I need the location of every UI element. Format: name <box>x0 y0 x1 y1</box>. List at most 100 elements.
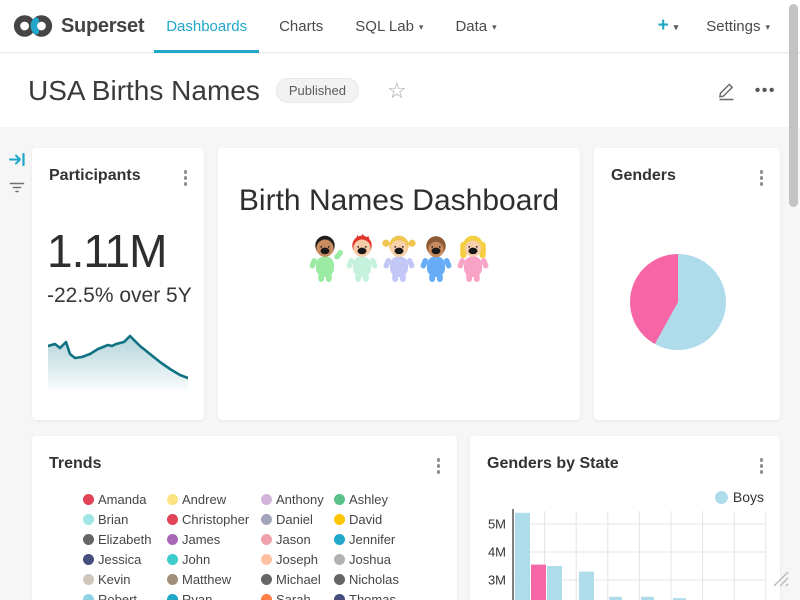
legend-label: Daniel <box>276 512 313 527</box>
header-actions: ••• <box>716 80 776 101</box>
legend-label: Amanda <box>98 492 146 507</box>
legend-item[interactable]: Michael <box>261 572 334 587</box>
legend-label: Elizabeth <box>98 532 151 547</box>
nav-item-charts[interactable]: Charts <box>263 0 339 52</box>
dashboard-header: USA Births Names Published ☆ ••• <box>0 54 800 127</box>
more-menu-icon[interactable]: ••• <box>755 82 776 100</box>
legend-item[interactable]: David <box>334 512 414 527</box>
legend-item[interactable]: Kevin <box>83 572 167 587</box>
filter-icon[interactable] <box>8 180 26 196</box>
legend-label: Robert <box>98 592 137 600</box>
legend-item[interactable]: John <box>167 552 261 567</box>
plus-icon: + <box>658 15 669 37</box>
kebab-menu-icon[interactable] <box>756 455 768 477</box>
legend-color-dot <box>261 514 272 525</box>
legend-label: Nicholas <box>349 572 399 587</box>
card-title: Genders by State <box>487 455 619 473</box>
nav-item-data[interactable]: Data ▾ <box>439 0 512 52</box>
legend-label: Kevin <box>98 572 131 587</box>
legend-item[interactable]: Joshua <box>334 552 414 567</box>
legend-color-dot <box>334 594 345 600</box>
brand[interactable]: Superset <box>12 12 144 40</box>
chevron-down-icon: ▾ <box>419 22 424 33</box>
card-resize-handle-icon[interactable] <box>764 562 790 588</box>
legend-color-dot <box>83 594 94 600</box>
edit-pencil-icon[interactable] <box>716 80 737 101</box>
legend-label: Sarah <box>276 592 311 600</box>
favorite-star-icon[interactable]: ☆ <box>387 80 407 102</box>
legend-color-dot <box>83 574 94 585</box>
legend-item[interactable]: Sarah <box>261 592 334 600</box>
legend-label: Jessica <box>98 552 141 567</box>
legend-color-dot <box>334 574 345 585</box>
nav-menu: Dashboards Charts SQL Lab ▾ Data ▾ <box>150 0 512 52</box>
card-title: Participants <box>49 167 141 185</box>
new-item-button[interactable]: + ▾ <box>658 15 679 37</box>
legend-item[interactable]: Elizabeth <box>83 532 167 547</box>
nav-item-dashboards[interactable]: Dashboards <box>150 0 263 52</box>
legend-item[interactable]: James <box>167 532 261 547</box>
legend-item[interactable]: Thomas <box>334 592 414 600</box>
legend-label: Joshua <box>349 552 391 567</box>
legend-item[interactable]: Jason <box>261 532 334 547</box>
legend-label: Andrew <box>182 492 226 507</box>
legend-label: Thomas <box>349 592 396 600</box>
legend-color-dot <box>167 534 178 545</box>
legend-item[interactable]: Joseph <box>261 552 334 567</box>
legend-item[interactable]: Robert <box>83 592 167 600</box>
legend-item[interactable]: Jessica <box>83 552 167 567</box>
trends-card: Trends Amanda Andrew AnthonyAshley BrianChr… <box>32 436 457 600</box>
big-number-trend: -22.5% over 5Y <box>47 284 192 308</box>
kebab-menu-icon[interactable] <box>180 167 192 189</box>
settings-menu[interactable]: Settings ▾ <box>706 18 770 35</box>
participants-sparkline-chart <box>48 332 188 390</box>
legend-label: Joseph <box>276 552 318 567</box>
svg-text:3M: 3M <box>488 573 506 588</box>
legend-item[interactable]: Jennifer <box>334 532 414 547</box>
legend-color-dot <box>167 514 178 525</box>
legend-label: Jason <box>276 532 311 547</box>
legend-color-dot <box>83 534 94 545</box>
legend-color-dot <box>334 494 345 505</box>
nav-item-sql-lab[interactable]: SQL Lab ▾ <box>339 0 439 52</box>
legend-item[interactable]: Christopher <box>167 512 261 527</box>
chevron-down-icon: ▾ <box>492 22 497 33</box>
card-title: Trends <box>49 455 101 473</box>
navbar: Superset Dashboards Charts SQL Lab ▾ Dat… <box>0 0 800 53</box>
legend-item[interactable]: Nicholas <box>334 572 414 587</box>
babies-illustration <box>218 233 580 285</box>
legend-item[interactable]: Andrew <box>167 492 261 507</box>
expand-filter-bar-icon[interactable] <box>8 150 27 169</box>
svg-text:4M: 4M <box>488 545 506 560</box>
legend-color-dot <box>261 534 272 545</box>
genders-by-state-bar-chart: 5M4M3M <box>470 506 780 600</box>
legend-item[interactable]: Ryan <box>167 592 261 600</box>
legend-color-dot <box>261 574 272 585</box>
legend-item[interactable]: Daniel <box>261 512 334 527</box>
big-number-value: 1.11M <box>47 226 166 277</box>
legend-label: Matthew <box>182 572 231 587</box>
kebab-menu-icon[interactable] <box>756 167 768 189</box>
superset-app: Superset Dashboards Charts SQL Lab ▾ Dat… <box>0 0 800 600</box>
legend-item[interactable]: Brian <box>83 512 167 527</box>
legend-color-dot <box>261 494 272 505</box>
legend-item[interactable]: Amanda <box>83 492 167 507</box>
legend-color-dot <box>167 594 178 600</box>
legend-color-dot <box>334 554 345 565</box>
legend-item[interactable]: Ashley <box>334 492 414 507</box>
chevron-down-icon: ▾ <box>765 22 770 33</box>
participants-card: Participants 1.11M -22.5% over 5Y <box>32 148 204 420</box>
page-scrollbar-thumb[interactable] <box>789 4 798 207</box>
baby-figure <box>381 233 417 285</box>
legend-item[interactable]: Matthew <box>167 572 261 587</box>
legend-color-dot <box>83 514 94 525</box>
legend-item[interactable]: Anthony <box>261 492 334 507</box>
published-badge[interactable]: Published <box>276 78 359 103</box>
legend-color-dot <box>261 594 272 600</box>
baby-figure <box>455 233 491 285</box>
boys-legend-item[interactable]: Boys <box>715 489 764 505</box>
card-title: Genders <box>611 167 676 185</box>
markdown-heading: Birth Names Dashboard <box>218 184 580 218</box>
kebab-menu-icon[interactable] <box>433 455 445 477</box>
legend-color-dot <box>167 494 178 505</box>
